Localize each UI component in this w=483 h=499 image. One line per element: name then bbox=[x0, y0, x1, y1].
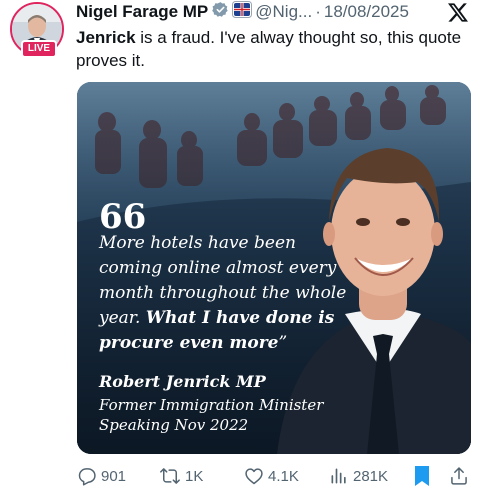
reply-icon bbox=[78, 468, 96, 486]
repost-button[interactable]: 1K bbox=[159, 464, 203, 488]
bookmark-icon bbox=[415, 466, 429, 486]
repost-icon bbox=[160, 468, 180, 484]
tweet-header: Nigel Farage MP @Nig... · 18/08/2025 bbox=[76, 1, 409, 23]
author-name[interactable]: Nigel Farage MP bbox=[76, 2, 208, 22]
author-handle[interactable]: @Nig... bbox=[255, 2, 312, 22]
quote-mark-icon: 66 bbox=[99, 197, 147, 237]
x-logo-icon[interactable] bbox=[448, 3, 468, 27]
gb-news-affiliate-icon[interactable] bbox=[232, 1, 253, 23]
speaker-caption: Robert Jenrick MP Former Immigration Min… bbox=[99, 372, 323, 435]
live-badge: LIVE bbox=[21, 40, 57, 58]
heart-icon bbox=[245, 468, 263, 485]
separator-dot: · bbox=[315, 2, 321, 21]
tweet-text: Jenrick is a fraud. I've alway thought s… bbox=[76, 26, 466, 72]
views-chart-icon bbox=[331, 468, 346, 484]
speaker-date: Speaking Nov 2022 bbox=[99, 416, 249, 434]
speaker-name: Robert Jenrick MP bbox=[99, 372, 266, 391]
views-button[interactable]: 281K bbox=[329, 464, 388, 488]
tweet-date[interactable]: 18/08/2025 bbox=[324, 2, 409, 22]
like-button[interactable]: 4.1K bbox=[244, 464, 299, 488]
tweet-media-image[interactable]: 66 More hotels have been coming online a… bbox=[77, 82, 471, 454]
reply-button[interactable]: 901 bbox=[77, 464, 126, 488]
share-icon bbox=[451, 467, 467, 485]
bookmark-button[interactable] bbox=[413, 464, 431, 488]
verified-badge-icon bbox=[212, 1, 229, 23]
avatar[interactable]: LIVE bbox=[10, 2, 64, 58]
like-count: 4.1K bbox=[268, 467, 299, 485]
quote-close: ” bbox=[278, 333, 288, 353]
action-bar: 901 1K 4.1K 281K bbox=[77, 464, 471, 488]
repost-count: 1K bbox=[185, 467, 204, 485]
speaker-role: Former Immigration Minister bbox=[99, 396, 324, 414]
reply-count: 901 bbox=[101, 467, 127, 485]
quote-text: More hotels have been coming online almo… bbox=[99, 231, 359, 356]
share-button[interactable] bbox=[449, 464, 469, 488]
views-count: 281K bbox=[353, 467, 389, 485]
mention-jenrick: Jenrick bbox=[76, 28, 136, 47]
